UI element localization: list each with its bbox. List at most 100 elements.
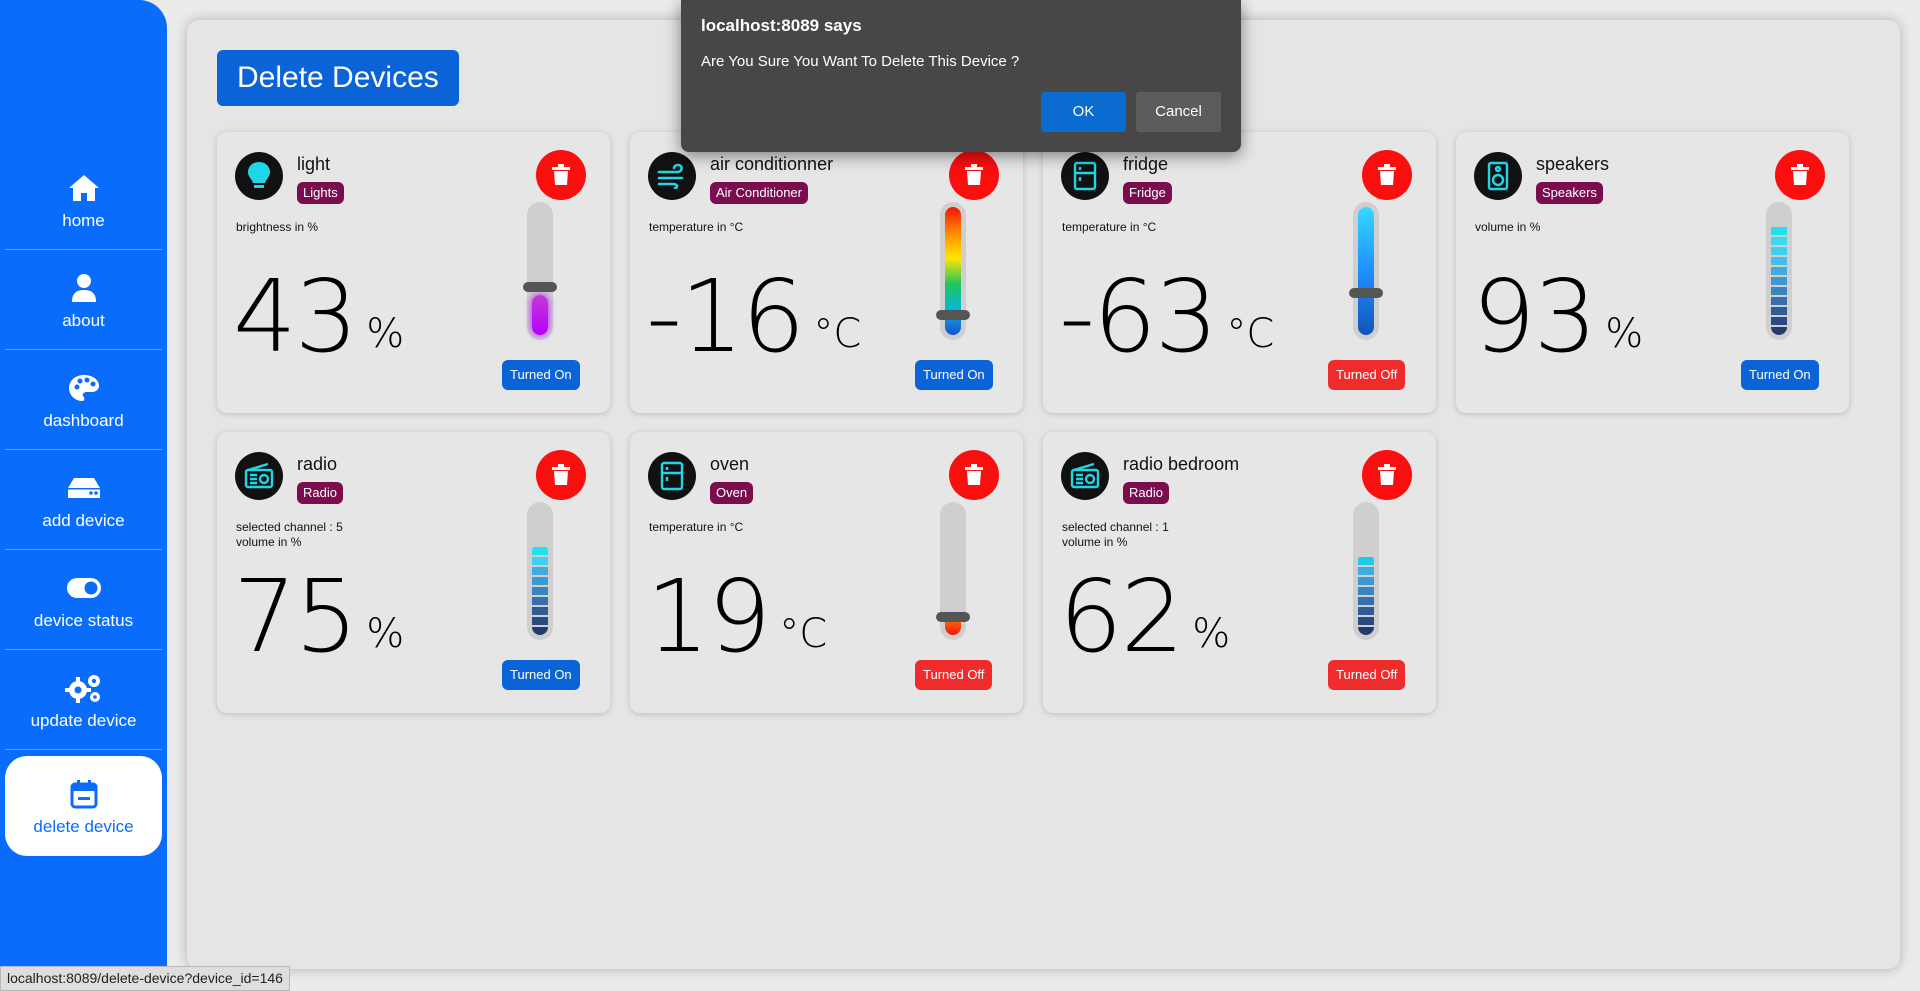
device-info: selected channel : 5 volume in % [236,520,343,550]
delete-button[interactable] [536,450,586,500]
device-name: fridge [1123,154,1169,174]
slider-knob[interactable] [523,282,557,292]
sidebar-item-update-device[interactable]: update device [5,650,162,750]
device-value: 62% [1059,567,1230,684]
device-info: brightness in % [236,220,318,235]
status-button[interactable]: Turned Off [1328,360,1406,390]
level-slider[interactable] [523,202,557,340]
status-button[interactable]: Turned On [502,360,580,390]
device-name: oven [710,454,750,474]
delete-button[interactable] [949,450,999,500]
delete-button[interactable] [1775,150,1825,200]
device-value-unit: % [1192,611,1231,657]
level-slider[interactable] [1353,502,1379,640]
device-value-number: 75 [233,558,358,675]
trash-icon [965,164,983,185]
device-type-badge: Oven [710,482,754,504]
device-value: 19 °C [646,567,827,684]
status-button[interactable]: Turned On [502,660,580,690]
device-value-unit: °C [1226,311,1275,357]
status-button[interactable]: Turned Off [915,660,993,690]
dialog-title: localhost:8089 says [701,16,862,35]
device-info-line: selected channel : 5 [236,520,343,534]
device-value-number: -16 [646,258,805,375]
confirm-dialog: localhost:8089 says Are You Sure You Wan… [681,0,1241,152]
device-info: selected channel : 1 volume in % [1062,520,1169,550]
device-card-radio: radio Radio selected channel : 5 volume i… [217,432,610,713]
device-value: 75% [233,567,404,684]
sidebar-item-label: update device [30,710,137,730]
device-type-badge: Radio [1123,482,1169,504]
status-button[interactable]: Turned Off [1328,660,1406,690]
gears-icon [64,669,103,707]
sidebar-item-home[interactable]: home [5,150,162,250]
device-card-oven: oven Oven temperature in °C 19 °C Turned … [630,432,1023,713]
device-value-number: 43 [233,258,358,375]
trash-icon [965,464,983,485]
status-button[interactable]: Turned On [915,360,993,390]
device-type-badge: Air Conditioner [710,182,808,204]
level-slider[interactable] [1349,202,1383,340]
device-info: temperature in °C [649,220,743,235]
sidebar-item-label: home [62,210,105,230]
sidebar-item-label: dashboard [43,410,124,430]
slider-fill [1771,217,1787,335]
device-info-line: temperature in °C [1062,220,1157,234]
device-card-fridge: fridge Fridge temperature in °C -63 °C Tu… [1043,132,1436,413]
device-name: radio [297,454,338,474]
device-value-unit: °C [813,311,862,357]
device-value-unit: % [366,311,405,357]
fridge-icon [1061,152,1109,200]
device-value-number: 93 [1472,258,1597,375]
slider-fill [1358,207,1374,335]
device-value-number: -63 [1059,258,1218,375]
trash-icon [552,464,570,485]
cancel-button[interactable]: Cancel [1136,92,1221,132]
device-value: 93% [1472,267,1643,384]
device-value-number: 62 [1059,558,1184,675]
sidebar: home about dashboard add device device s… [0,0,167,991]
sidebar-item-dashboard[interactable]: dashboard [5,350,162,450]
device-info: temperature in °C [649,520,743,535]
toggle-icon [65,569,103,607]
delete-button[interactable] [536,150,586,200]
delete-button[interactable] [1362,450,1412,500]
sidebar-item-label: about [62,310,105,330]
home-icon [65,169,103,207]
device-type-badge: Speakers [1536,182,1603,204]
speaker-icon [1474,152,1522,200]
status-button[interactable]: Turned On [1741,360,1819,390]
wind-icon [648,152,696,200]
level-slider[interactable] [936,202,970,340]
calendar-minus-icon [65,775,103,813]
device-info-line: brightness in % [236,220,319,234]
level-slider[interactable] [936,502,970,640]
slider-knob[interactable] [936,612,970,622]
ok-button[interactable]: OK [1041,92,1126,132]
trash-icon [1791,164,1809,185]
delete-button[interactable] [1362,150,1412,200]
sidebar-item-label: add device [42,510,125,530]
device-value-unit: % [1605,311,1644,357]
sidebar-item-device-status[interactable]: device status [5,550,162,650]
radio-icon [1061,452,1109,500]
device-type-badge: Lights [297,182,344,204]
device-value-unit: % [366,611,405,657]
device-info: temperature in °C [1062,220,1156,235]
delete-button[interactable] [949,150,999,200]
device-name: light [297,154,331,174]
sidebar-item-delete-device[interactable]: delete device [5,756,162,856]
slider-knob[interactable] [1349,288,1383,298]
sidebar-nav: home about dashboard add device device s… [5,150,162,856]
slider-knob[interactable] [936,310,970,320]
device-card-light: light Lights brightness in % 43% Turned … [217,132,610,413]
device-card-air-conditionner: air conditionner Air Conditioner tempera… [630,132,1023,413]
slider-fill [532,543,548,635]
sidebar-item-about[interactable]: about [5,250,162,350]
sidebar-item-add-device[interactable]: add device [5,450,162,550]
sidebar-item-label: device status [33,610,134,630]
level-slider[interactable] [1766,202,1792,340]
trash-icon [552,164,570,185]
page-title: Delete Devices [217,50,459,106]
level-slider[interactable] [527,502,553,640]
